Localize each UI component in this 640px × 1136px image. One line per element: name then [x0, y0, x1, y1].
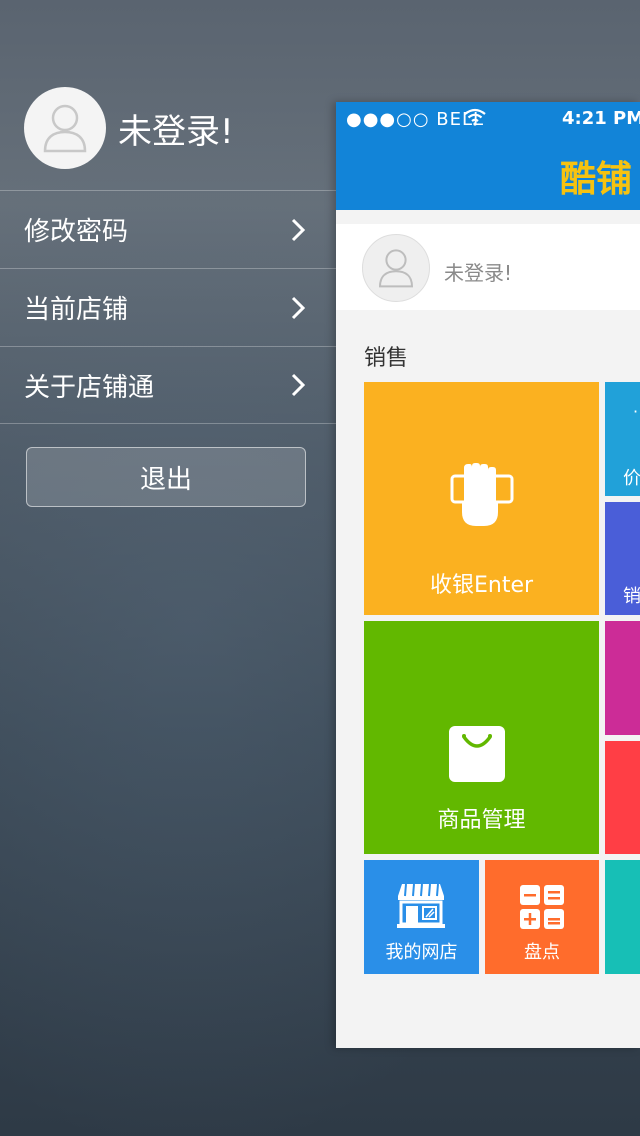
tile-cashier[interactable]: ¥ 收银Enter — [364, 382, 599, 615]
tile-label: 收银Enter — [429, 573, 534, 598]
profile-card[interactable]: 未登录! — [336, 224, 640, 310]
tile-label: 价 — [623, 468, 640, 489]
tile-label: 我的网店 — [385, 942, 458, 963]
tile-label: 商品管理 — [437, 808, 526, 833]
tile-red[interactable] — [605, 741, 640, 854]
tile-teal[interactable] — [605, 860, 640, 974]
menu-username: 未登录! — [118, 111, 234, 152]
tile-price[interactable]: · 价 — [605, 382, 640, 496]
cash-hand-icon: ¥ — [450, 462, 516, 532]
user-avatar-icon — [24, 87, 106, 169]
menu-item-change-password[interactable]: 修改密码 — [0, 190, 336, 268]
menu-item-label: 当前店铺 — [24, 295, 129, 325]
menu-item-about[interactable]: 关于店铺通 — [0, 346, 336, 424]
chevron-right-icon — [291, 373, 306, 397]
price-icon: · — [633, 402, 639, 421]
side-menu: 未登录! 修改密码 当前店铺 关于店铺通 退出 — [0, 0, 336, 1136]
menu-item-current-store[interactable]: 当前店铺 — [0, 268, 336, 346]
tile-label: 销 — [623, 586, 640, 607]
tile-label: 盘点 — [524, 942, 560, 963]
profile-username: 未登录! — [444, 261, 513, 285]
section-title-sales: 销售 — [364, 346, 409, 371]
tile-sales[interactable]: 销 — [605, 502, 640, 615]
status-bar: ●●●○○ BELL 4:21 PM — [336, 102, 640, 138]
tile-inventory-check[interactable]: 盘点 — [485, 860, 599, 974]
status-time: 4:21 PM — [562, 108, 640, 129]
storefront-icon — [396, 882, 446, 932]
menu-user-header[interactable]: 未登录! — [24, 87, 234, 169]
tile-magenta[interactable] — [605, 621, 640, 735]
tile-goods-management[interactable]: 商品管理 — [364, 621, 599, 854]
tile-my-shop[interactable]: 我的网店 — [364, 860, 479, 974]
shopping-bag-icon — [448, 725, 506, 787]
chevron-right-icon — [291, 296, 306, 319]
logout-button[interactable]: 退出 — [26, 447, 306, 507]
chevron-right-icon — [291, 218, 306, 241]
main-app-panel[interactable]: ●●●○○ BELL 4:21 PM 酷铺 未登录! 销售 收银Enter 商品… — [336, 102, 640, 1048]
wifi-icon — [464, 108, 486, 131]
menu-item-label: 关于店铺通 — [24, 372, 155, 403]
user-avatar-icon — [362, 234, 430, 302]
menu-list: 修改密码 当前店铺 关于店铺通 — [0, 190, 336, 424]
menu-item-label: 修改密码 — [24, 217, 129, 247]
nav-bar: 酷铺 — [336, 138, 640, 210]
calculator-icon — [519, 884, 565, 934]
app-title: 酷铺 — [560, 159, 633, 200]
